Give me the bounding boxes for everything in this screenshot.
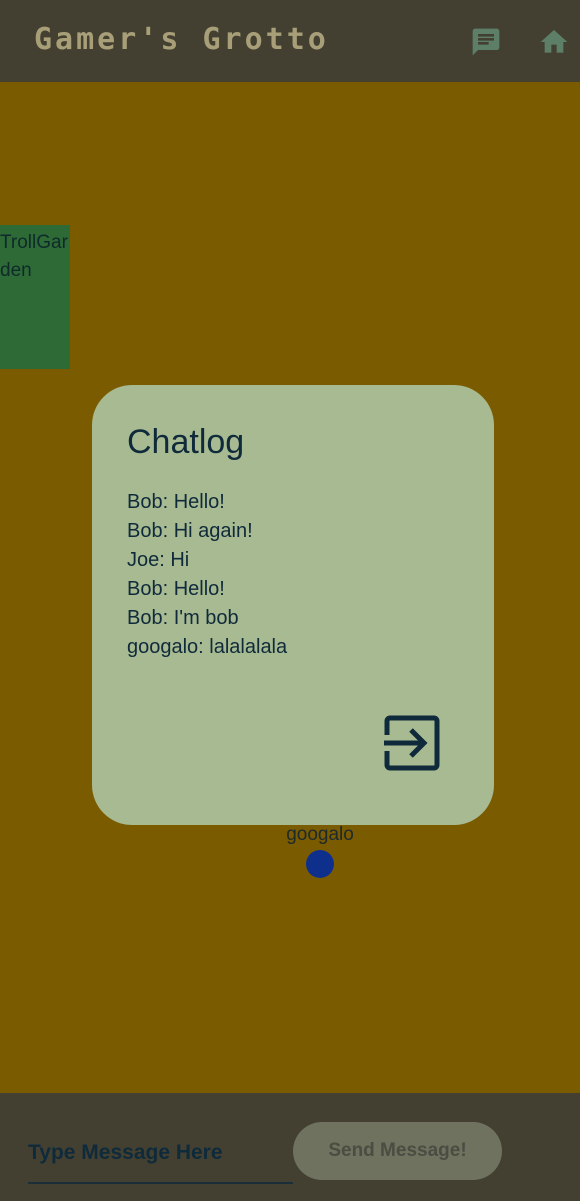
chat-message: Bob: Hi again! (127, 520, 253, 542)
chat-message: Bob: I'm bob (127, 607, 239, 629)
chat-message: Bob: Hello! (127, 578, 225, 600)
room-trollgarden[interactable]: TrollGarden (0, 225, 70, 369)
chat-button[interactable] (466, 22, 506, 62)
chat-message-list: Bob: Hello! Bob: Hi again! Joe: Hi Bob: … (127, 488, 287, 662)
message-input[interactable] (28, 1124, 293, 1184)
chat-message: Bob: Hello! (127, 491, 225, 513)
chatlog-dialog: Chatlog Bob: Hello! Bob: Hi again! Joe: … (92, 385, 494, 825)
app-title: Gamer's Grotto (34, 22, 329, 57)
close-dialog-button[interactable] (382, 713, 442, 773)
chat-message: googalo: lalalalala (127, 636, 288, 658)
home-icon (540, 30, 568, 53)
player-name-label: googalo (286, 824, 354, 845)
exit-icon (382, 715, 440, 771)
chat-message: Joe: Hi (127, 549, 190, 571)
home-button[interactable] (534, 22, 574, 62)
send-message-button[interactable]: Send Message! (293, 1122, 502, 1180)
chat-bubble-icon (472, 28, 500, 56)
player-avatar[interactable] (306, 850, 334, 878)
dialog-title: Chatlog (127, 423, 245, 461)
room-label: TrollGarden (0, 232, 68, 281)
app-bar: Gamer's Grotto (0, 0, 580, 82)
